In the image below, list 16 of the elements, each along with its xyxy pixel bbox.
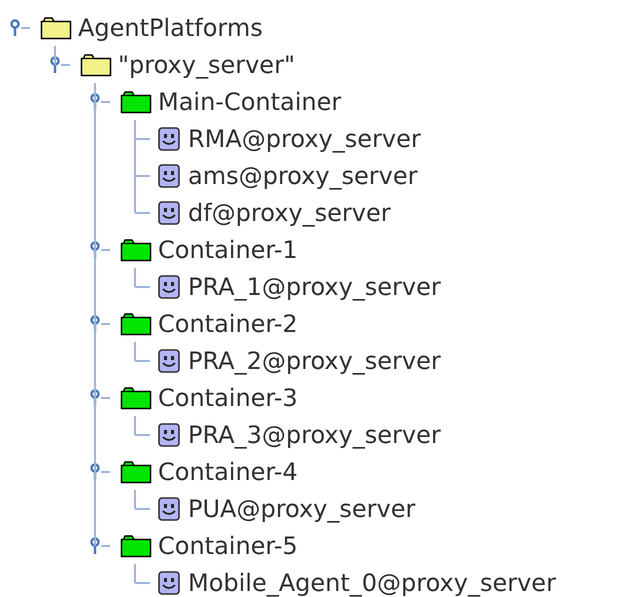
node-label[interactable]: Main-Container	[158, 90, 342, 114]
node-label[interactable]: AgentPlatforms	[78, 16, 263, 40]
node-label[interactable]: ams@proxy_server	[188, 164, 418, 188]
node-label[interactable]: PRA_3@proxy_server	[188, 422, 441, 446]
node-label[interactable]: "proxy_server"	[118, 52, 295, 76]
node-label[interactable]: Mobile_Agent_0@proxy_server	[188, 570, 556, 594]
node-label[interactable]: Container-2	[158, 312, 298, 336]
node-label[interactable]: Container-3	[158, 386, 298, 410]
node-label[interactable]: Container-1	[158, 238, 298, 262]
node-label[interactable]: Container-5	[158, 534, 298, 558]
node-label[interactable]: RMA@proxy_server	[188, 126, 421, 150]
node-label[interactable]: PRA_1@proxy_server	[188, 274, 441, 298]
node-label[interactable]: PRA_2@proxy_server	[188, 348, 441, 372]
node-label[interactable]: df@proxy_server	[188, 200, 391, 224]
node-label[interactable]: Container-4	[158, 460, 298, 484]
node-label[interactable]: PUA@proxy_server	[188, 496, 416, 520]
